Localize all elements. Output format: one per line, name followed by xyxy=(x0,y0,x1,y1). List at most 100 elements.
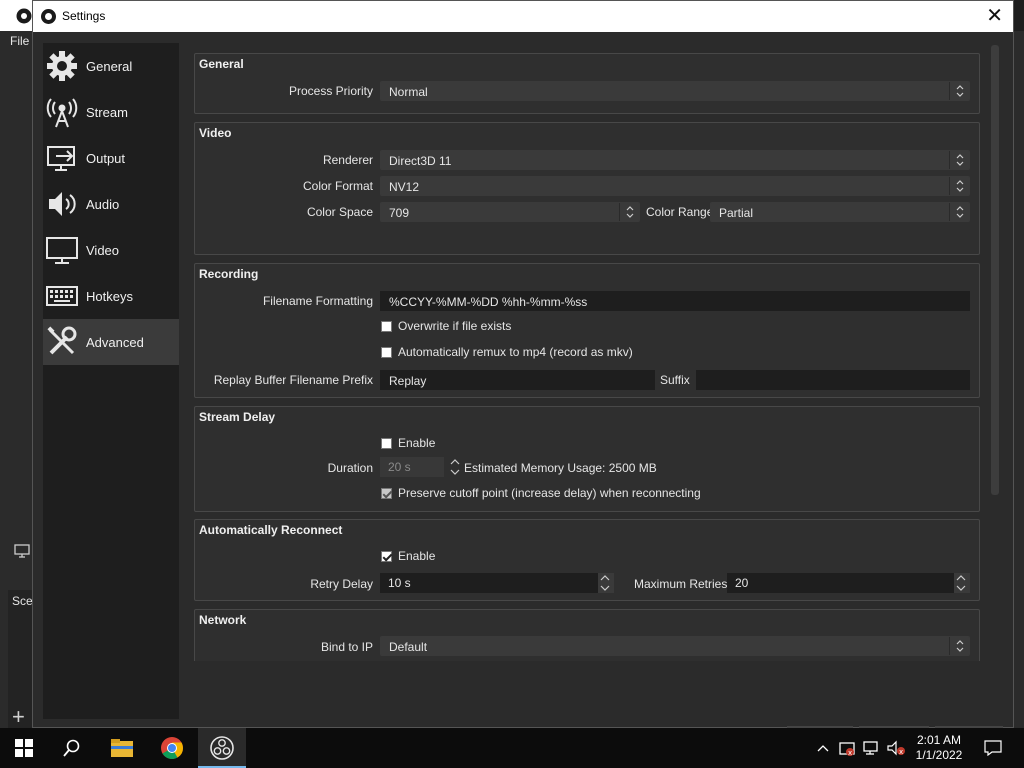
clock-date: 1/1/2022 xyxy=(915,748,963,762)
color-range-select[interactable]: Partial xyxy=(710,202,970,222)
process-priority-select[interactable]: Normal xyxy=(380,81,970,101)
folder-icon xyxy=(111,739,133,757)
checkbox-box xyxy=(381,346,392,358)
max-retries-spinbox[interactable]: 20 xyxy=(727,573,970,593)
output-icon xyxy=(46,142,78,174)
checkbox-box xyxy=(381,320,392,332)
obs-logo-icon xyxy=(16,8,32,24)
chevron-up-icon xyxy=(817,745,829,752)
color-space-select[interactable]: 709 xyxy=(380,202,640,222)
settings-sidebar: General Stream Output Audio Video Hotkey… xyxy=(43,43,179,719)
chrome-icon xyxy=(161,737,183,759)
menu-file[interactable]: File xyxy=(10,34,29,48)
gear-icon xyxy=(46,50,78,82)
renderer-select[interactable]: Direct3D 11 xyxy=(380,150,970,170)
sidebar-item-output[interactable]: Output xyxy=(43,135,179,181)
retry-delay-label: Retry Delay xyxy=(310,577,373,591)
tray-app-icon[interactable]: x xyxy=(836,728,858,768)
sidebar-item-stream[interactable]: Stream xyxy=(43,89,179,135)
chevron-updown-icon xyxy=(949,82,969,100)
volume-tray-icon[interactable]: x xyxy=(884,728,908,768)
auto-reconnect-group: Automatically Reconnect Enable Retry Del… xyxy=(194,519,980,601)
settings-dialog: Settings ✕ General Stream Output Audio V… xyxy=(32,0,1014,729)
checkbox-box xyxy=(381,437,392,449)
retry-delay-spinbox[interactable]: 10 s xyxy=(380,573,614,593)
suffix-input[interactable] xyxy=(696,370,970,390)
bind-ip-label: Bind to IP xyxy=(320,640,373,654)
clock[interactable]: 2:01 AM 1/1/2022 xyxy=(910,728,968,768)
search-button[interactable] xyxy=(48,728,96,768)
general-group: General Process Priority Normal xyxy=(194,53,980,114)
file-explorer-button[interactable] xyxy=(98,728,146,768)
checkbox-box xyxy=(381,550,392,562)
bind-ip-select[interactable]: Default xyxy=(380,636,970,656)
recording-group: Recording Filename Formatting %CCYY-%MM-… xyxy=(194,263,980,398)
security-icon: x xyxy=(839,742,855,757)
start-button[interactable] xyxy=(0,728,48,768)
sidebar-item-label: Stream xyxy=(86,104,128,120)
stream-delay-enable-checkbox[interactable]: Enable xyxy=(381,436,435,450)
windows-taskbar: x x 2:01 AM 1/1/2022 xyxy=(0,728,1024,768)
spin-arrows-icon[interactable] xyxy=(598,573,614,593)
remux-checkbox[interactable]: Automatically remux to mp4 (record as mk… xyxy=(381,345,633,359)
network-tray-icon[interactable] xyxy=(860,728,882,768)
sidebar-item-hotkeys[interactable]: Hotkeys xyxy=(43,273,179,319)
preserve-cutoff-checkbox[interactable]: Preserve cutoff point (increase delay) w… xyxy=(381,486,701,500)
tray-overflow-chevron[interactable] xyxy=(814,728,832,768)
video-group: Video Renderer Direct3D 11 Color Format … xyxy=(194,122,980,255)
sidebar-item-label: Video xyxy=(86,242,120,258)
sidebar-item-advanced[interactable]: Advanced xyxy=(43,319,179,365)
sidebar-item-audio[interactable]: Audio xyxy=(43,181,179,227)
overwrite-checkbox[interactable]: Overwrite if file exists xyxy=(381,319,511,333)
search-icon xyxy=(63,739,80,757)
memory-usage-text: Estimated Memory Usage: 2500 MB xyxy=(464,461,657,475)
group-title: Network xyxy=(199,613,247,627)
duration-spinbox[interactable]: 20 s xyxy=(380,457,460,477)
sidebar-item-label: General xyxy=(86,58,133,74)
vertical-scrollbar[interactable] xyxy=(991,45,999,495)
color-format-label: Color Format xyxy=(302,179,373,193)
tools-icon xyxy=(46,326,78,358)
add-scene-icon[interactable]: + xyxy=(12,706,25,728)
sidebar-item-general[interactable]: General xyxy=(43,43,179,89)
replay-prefix-label: Replay Buffer Filename Prefix xyxy=(213,373,373,387)
chrome-button[interactable] xyxy=(148,728,196,768)
group-title: Automatically Reconnect xyxy=(199,523,343,537)
chevron-updown-icon xyxy=(949,203,969,221)
dialog-title: Settings xyxy=(62,9,106,23)
spin-arrows-icon[interactable] xyxy=(954,573,970,593)
network-icon xyxy=(863,741,878,755)
close-button[interactable]: ✕ xyxy=(986,6,1003,26)
group-title: Stream Delay xyxy=(199,410,276,424)
speaker-icon xyxy=(46,188,78,220)
sidebar-item-label: Advanced xyxy=(86,334,144,350)
checkbox-box xyxy=(381,487,392,499)
color-range-label: Color Range xyxy=(646,205,714,219)
clock-time: 2:01 AM xyxy=(916,733,962,747)
sidebar-item-video[interactable]: Video xyxy=(43,227,179,273)
renderer-label: Renderer xyxy=(322,153,373,167)
suffix-label: Suffix xyxy=(660,373,690,387)
max-retries-label: Maximum Retries xyxy=(634,577,728,591)
notifications-button[interactable] xyxy=(978,728,1008,768)
filename-formatting-input[interactable]: %CCYY-%MM-%DD %hh-%mm-%ss xyxy=(380,291,970,311)
svg-text:x: x xyxy=(899,748,903,756)
windows-logo-icon xyxy=(15,739,33,757)
advanced-settings-panel: General Process Priority Normal Video Re… xyxy=(185,43,991,661)
svg-text:x: x xyxy=(848,749,852,757)
obs-logo-icon xyxy=(210,736,234,760)
duration-label: Duration xyxy=(327,461,373,475)
spin-arrows-icon[interactable] xyxy=(448,457,464,477)
group-title: General xyxy=(199,57,244,71)
keyboard-icon xyxy=(46,280,78,312)
broadcast-icon xyxy=(46,96,78,128)
chevron-updown-icon xyxy=(619,203,639,221)
replay-prefix-input[interactable]: Replay xyxy=(380,370,655,390)
dialog-titlebar: Settings ✕ xyxy=(33,1,1013,32)
chevron-updown-icon xyxy=(949,177,969,195)
monitor-icon[interactable] xyxy=(14,544,30,558)
color-format-select[interactable]: NV12 xyxy=(380,176,970,196)
auto-reconnect-enable-checkbox[interactable]: Enable xyxy=(381,549,435,563)
obs-taskbar-button[interactable] xyxy=(198,728,246,768)
color-space-label: Color Space xyxy=(306,205,373,219)
